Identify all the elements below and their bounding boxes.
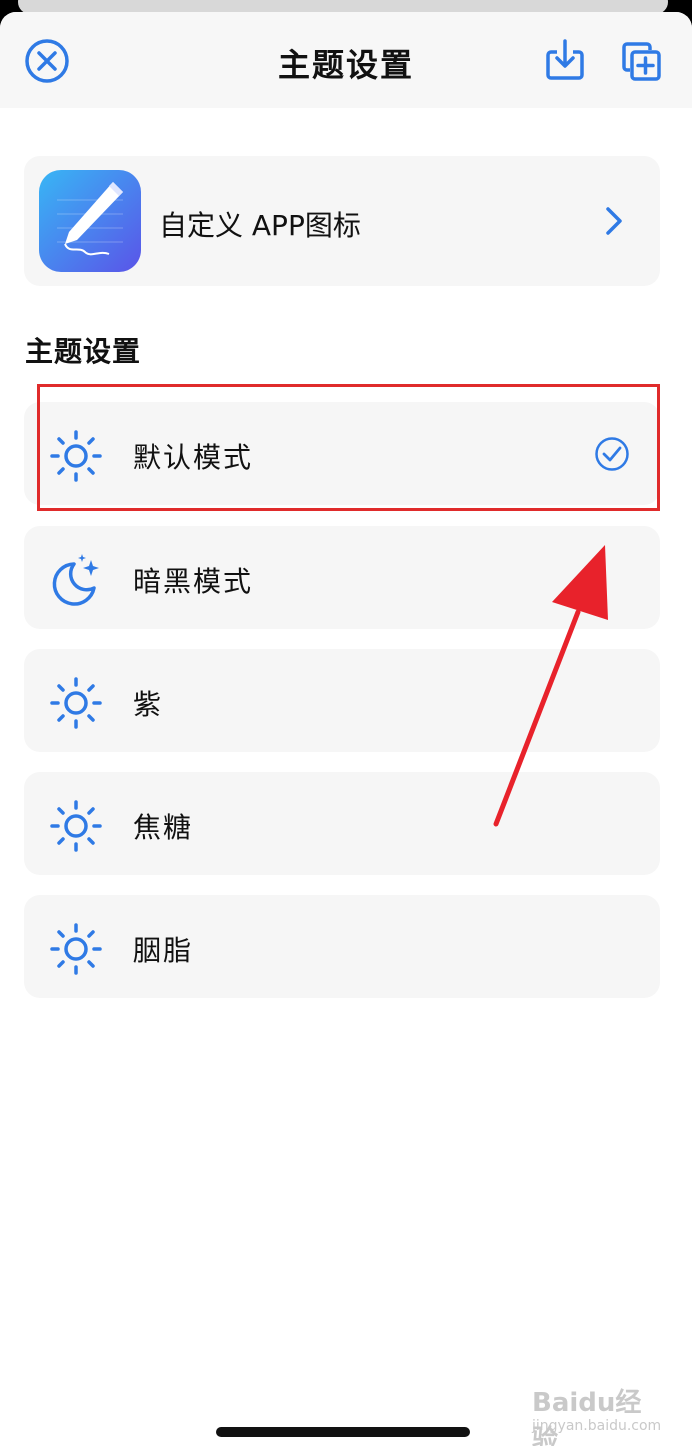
theme-label-caramel: 焦糖 <box>133 811 194 844</box>
watermark-logo: Baidu经验 <box>532 1388 642 1446</box>
checkmark-circle-icon <box>595 437 629 471</box>
theme-row-default[interactable]: 默认模式 <box>24 402 660 505</box>
custom-app-icon-row[interactable]: 自定义 APP图标 <box>24 156 660 286</box>
theme-label-dark: 暗黑模式 <box>133 565 254 598</box>
custom-app-icon-label: 自定义 APP图标 <box>159 209 361 242</box>
duplicate-button[interactable] <box>620 40 662 82</box>
moon-stars-icon <box>52 554 99 606</box>
copy-add-icon <box>622 42 661 81</box>
theme-row-rouge[interactable]: 胭脂 <box>24 895 660 998</box>
theme-label-default: 默认模式 <box>133 441 254 474</box>
theme-settings-sheet: 主题设置 自定义 APP图标 主题设置 默认模式 暗黑模式 紫 焦糖 胭脂 Ba… <box>0 12 692 1446</box>
chevron-right-icon <box>606 207 622 235</box>
pen-app-icon <box>39 170 141 272</box>
theme-label-rouge: 胭脂 <box>133 934 194 967</box>
section-title: 主题设置 <box>25 335 142 368</box>
sun-icon <box>50 923 102 975</box>
sun-icon <box>50 430 102 482</box>
watermark: Baidu经验 jingyan.baidu.com <box>532 1382 662 1446</box>
home-indicator[interactable] <box>216 1427 470 1437</box>
header-bar: 主题设置 <box>0 12 692 108</box>
sun-icon <box>50 800 102 852</box>
download-icon <box>546 39 584 80</box>
page-title: 主题设置 <box>277 46 414 84</box>
theme-label-purple: 紫 <box>133 688 164 721</box>
download-button[interactable] <box>544 38 586 82</box>
sun-icon <box>50 677 102 729</box>
watermark-url: jingyan.baidu.com <box>532 1418 662 1434</box>
annotation-arrow-icon <box>493 545 608 827</box>
